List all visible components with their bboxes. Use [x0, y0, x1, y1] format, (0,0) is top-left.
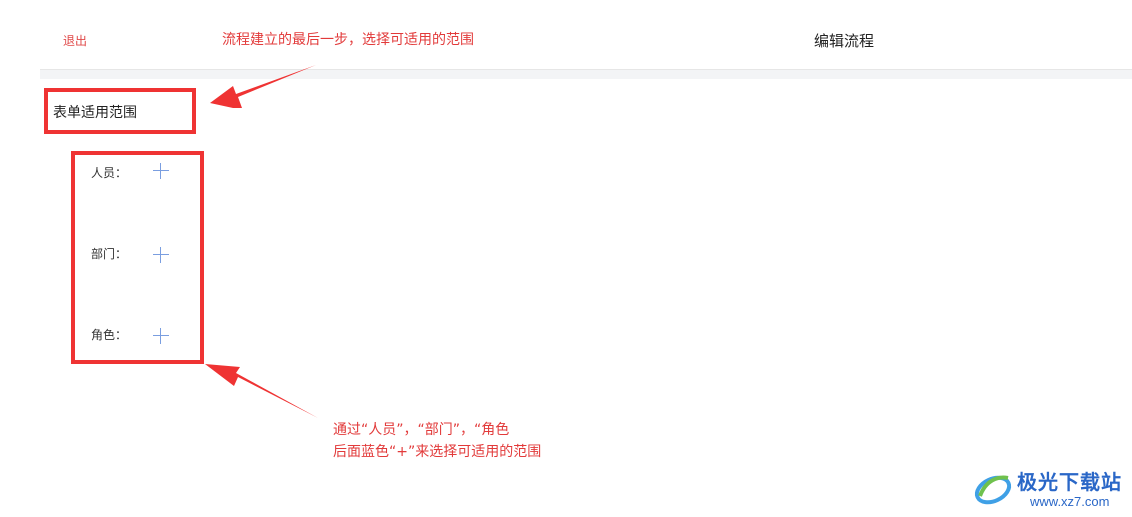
watermark-logo-icon	[974, 475, 1012, 505]
annotation-bottom-line2: 后面蓝色“+”来选择可适用的范围	[333, 444, 542, 460]
plus-icon[interactable]	[152, 162, 170, 180]
plus-icon[interactable]	[152, 246, 170, 264]
scope-label-personnel: 人员：	[91, 166, 128, 180]
page-title: 编辑流程	[814, 32, 875, 50]
watermark-url: www.xz7.com	[1030, 494, 1110, 509]
watermark: 极光下载站 www.xz7.com	[972, 462, 1132, 517]
watermark-name: 极光下载站	[1017, 470, 1122, 494]
annotation-bottom: 通过“人员”，“部门”，“角色 后面蓝色“+”来选择可适用的范围	[333, 419, 633, 463]
plus-icon[interactable]	[152, 327, 170, 345]
arrow-bottom-icon	[205, 364, 318, 418]
section-title: 表单适用范围	[53, 105, 137, 121]
top-bar	[40, 0, 1132, 70]
top-bar-divider	[40, 70, 1132, 79]
annotation-top: 流程建立的最后一步，选择可适用的范围	[222, 32, 474, 48]
scope-label-department: 部门：	[91, 247, 128, 261]
exit-link[interactable]: 退出	[63, 32, 87, 49]
scope-label-role: 角色：	[91, 328, 128, 342]
annotation-bottom-line1: 通过“人员”，“部门”，“角色	[333, 422, 510, 438]
